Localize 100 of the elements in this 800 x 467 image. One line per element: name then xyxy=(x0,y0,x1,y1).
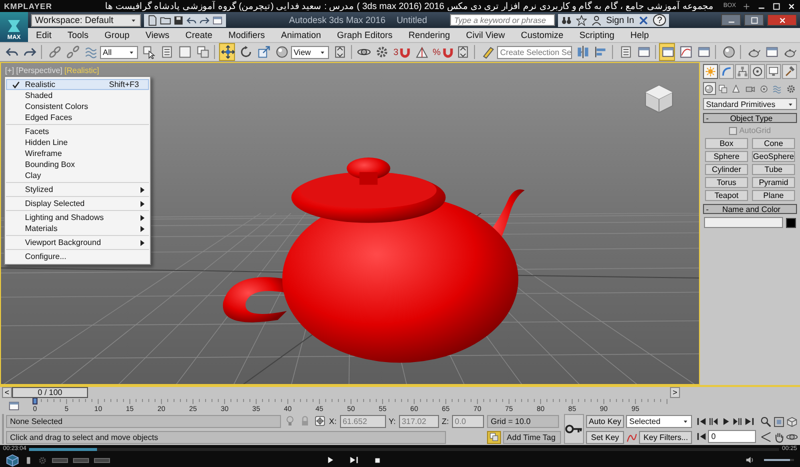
set-keys-button[interactable] xyxy=(564,414,584,444)
rollout-header[interactable]: - Object Type xyxy=(703,113,797,123)
undo-icon[interactable] xyxy=(186,14,197,26)
help-button[interactable]: ? xyxy=(653,14,666,26)
menu-item[interactable]: Civil View xyxy=(466,30,505,40)
cube-icon[interactable] xyxy=(786,416,798,428)
menu-item[interactable]: Create xyxy=(185,30,212,40)
folder-icon[interactable] xyxy=(160,14,171,26)
close-button[interactable] xyxy=(767,14,797,26)
player-option-button[interactable] xyxy=(73,458,89,462)
time-tag-toggle[interactable] xyxy=(486,430,501,444)
menu-item[interactable]: Lighting and Shadows xyxy=(6,212,149,223)
search-field[interactable]: Type a keyword or phrase xyxy=(450,14,556,26)
player-option-button[interactable] xyxy=(94,458,110,462)
stop-icon[interactable] xyxy=(373,456,382,464)
menu-item[interactable]: Views xyxy=(146,30,170,40)
current-frame-marker[interactable] xyxy=(32,398,38,404)
cross-icon[interactable] xyxy=(638,14,650,26)
menu-item[interactable]: Shaded xyxy=(6,90,149,101)
monitor-tab[interactable] xyxy=(766,64,782,79)
next-frame-button[interactable]: > xyxy=(670,387,680,398)
redo-icon[interactable] xyxy=(199,14,210,26)
curve-editor-icon[interactable] xyxy=(8,400,20,412)
target-icon[interactable] xyxy=(314,415,326,427)
magnet-tool-button[interactable]: 3 xyxy=(391,43,411,61)
key-filters-button[interactable]: Key Filters... xyxy=(639,430,692,444)
speaker-icon[interactable] xyxy=(745,455,755,465)
menu-item[interactable]: Graph Editors xyxy=(336,30,392,40)
object-type-button[interactable]: Torus xyxy=(705,177,748,188)
menu-item[interactable]: Materials xyxy=(6,223,149,234)
maximize-icon[interactable] xyxy=(772,2,781,10)
maximize-button[interactable] xyxy=(744,14,764,26)
object-type-button[interactable]: Sphere xyxy=(705,151,748,162)
menu-item[interactable]: Edit xyxy=(36,30,52,40)
window-icon[interactable] xyxy=(212,14,223,26)
menu-item[interactable]: Help xyxy=(630,30,649,40)
auto-key-button[interactable]: Auto Key xyxy=(586,414,624,428)
arc-tab[interactable] xyxy=(718,64,734,79)
menu-item[interactable]: Scripting xyxy=(579,30,614,40)
sphere-category-button[interactable] xyxy=(703,82,716,95)
wheel-tab[interactable] xyxy=(750,64,766,79)
player-option-button[interactable] xyxy=(52,458,68,462)
object-type-button[interactable]: Cone xyxy=(752,138,795,149)
menu-item[interactable]: Configure... xyxy=(6,251,149,262)
object-type-button[interactable]: Pyramid xyxy=(752,177,795,188)
plus-icon[interactable] xyxy=(742,2,751,10)
phone-icon[interactable] xyxy=(24,456,33,464)
menu-item[interactable]: Facets xyxy=(6,126,149,137)
curve-icon[interactable] xyxy=(626,432,638,442)
object-type-button[interactable]: Box xyxy=(705,138,748,149)
go-to-start-icon[interactable] xyxy=(696,416,708,426)
sign-in-link[interactable]: Sign In xyxy=(606,15,634,25)
person-icon[interactable] xyxy=(591,14,602,26)
window-tool-button[interactable] xyxy=(659,43,676,61)
hand-icon[interactable] xyxy=(773,430,786,442)
star-tab[interactable] xyxy=(703,64,718,79)
next-frame-icon[interactable] xyxy=(732,416,744,426)
previous-frame-icon[interactable] xyxy=(708,416,720,426)
minimize-button[interactable] xyxy=(721,14,741,26)
color-swatch[interactable] xyxy=(786,218,796,228)
toolbar-dropdown[interactable]: View xyxy=(290,46,329,58)
menu-item[interactable]: Display Selected xyxy=(6,198,149,209)
add-time-tag[interactable]: Add Time Tag xyxy=(502,430,561,444)
menu-item[interactable]: Viewport Background xyxy=(6,237,149,248)
key-mode-dropdown[interactable]: Selected xyxy=(626,414,692,428)
next-icon[interactable] xyxy=(349,455,359,465)
category-dropdown[interactable]: Standard Primitives xyxy=(703,98,797,110)
menu-item[interactable]: Edged Faces xyxy=(6,112,149,123)
time-slider-thumb[interactable]: 0 / 100 xyxy=(12,387,88,398)
play-icon[interactable] xyxy=(325,455,335,465)
menu-item[interactable]: Rendering xyxy=(408,30,450,40)
toolbar-dropdown[interactable]: All xyxy=(100,46,138,58)
menu-item[interactable]: Tools xyxy=(68,30,89,40)
go-to-end-icon[interactable] xyxy=(744,416,756,426)
menu-item[interactable]: Clay xyxy=(6,170,149,181)
zoom-icon[interactable] xyxy=(760,416,772,428)
menu-item[interactable]: Bounding Box xyxy=(6,159,149,170)
menu-item[interactable]: Realistic Shift+F3 xyxy=(6,79,149,90)
cube-icon[interactable] xyxy=(6,454,19,466)
set-key-button[interactable]: Set Key xyxy=(586,430,624,444)
menu-item[interactable]: Modifiers xyxy=(228,30,265,40)
previous-frame-button[interactable]: < xyxy=(2,387,12,398)
rollout-header[interactable]: - Name and Color xyxy=(703,204,797,214)
move-tool-button[interactable] xyxy=(218,43,235,61)
menu-item[interactable]: Customize xyxy=(520,30,564,40)
gear-icon[interactable] xyxy=(38,456,47,464)
zoom-all-icon[interactable] xyxy=(773,416,786,428)
object-type-button[interactable]: Tube xyxy=(752,164,795,175)
hammer-tab[interactable] xyxy=(782,64,797,79)
hierarchy-tab[interactable] xyxy=(734,64,750,79)
menu-item[interactable]: Hidden Line xyxy=(6,137,149,148)
menu-item[interactable]: Wireframe xyxy=(6,148,149,159)
object-type-button[interactable]: GeoSphere xyxy=(752,151,795,162)
magnet-tool-button[interactable]: % xyxy=(430,43,452,61)
menu-item[interactable]: Animation xyxy=(280,30,321,40)
star-icon[interactable] xyxy=(576,14,588,26)
menu-item[interactable]: Group xyxy=(104,30,130,40)
menu-item[interactable]: Stylized xyxy=(6,184,149,195)
time-slider[interactable]: 0 / 100 xyxy=(12,387,670,398)
field-of-view-icon[interactable] xyxy=(760,430,772,442)
